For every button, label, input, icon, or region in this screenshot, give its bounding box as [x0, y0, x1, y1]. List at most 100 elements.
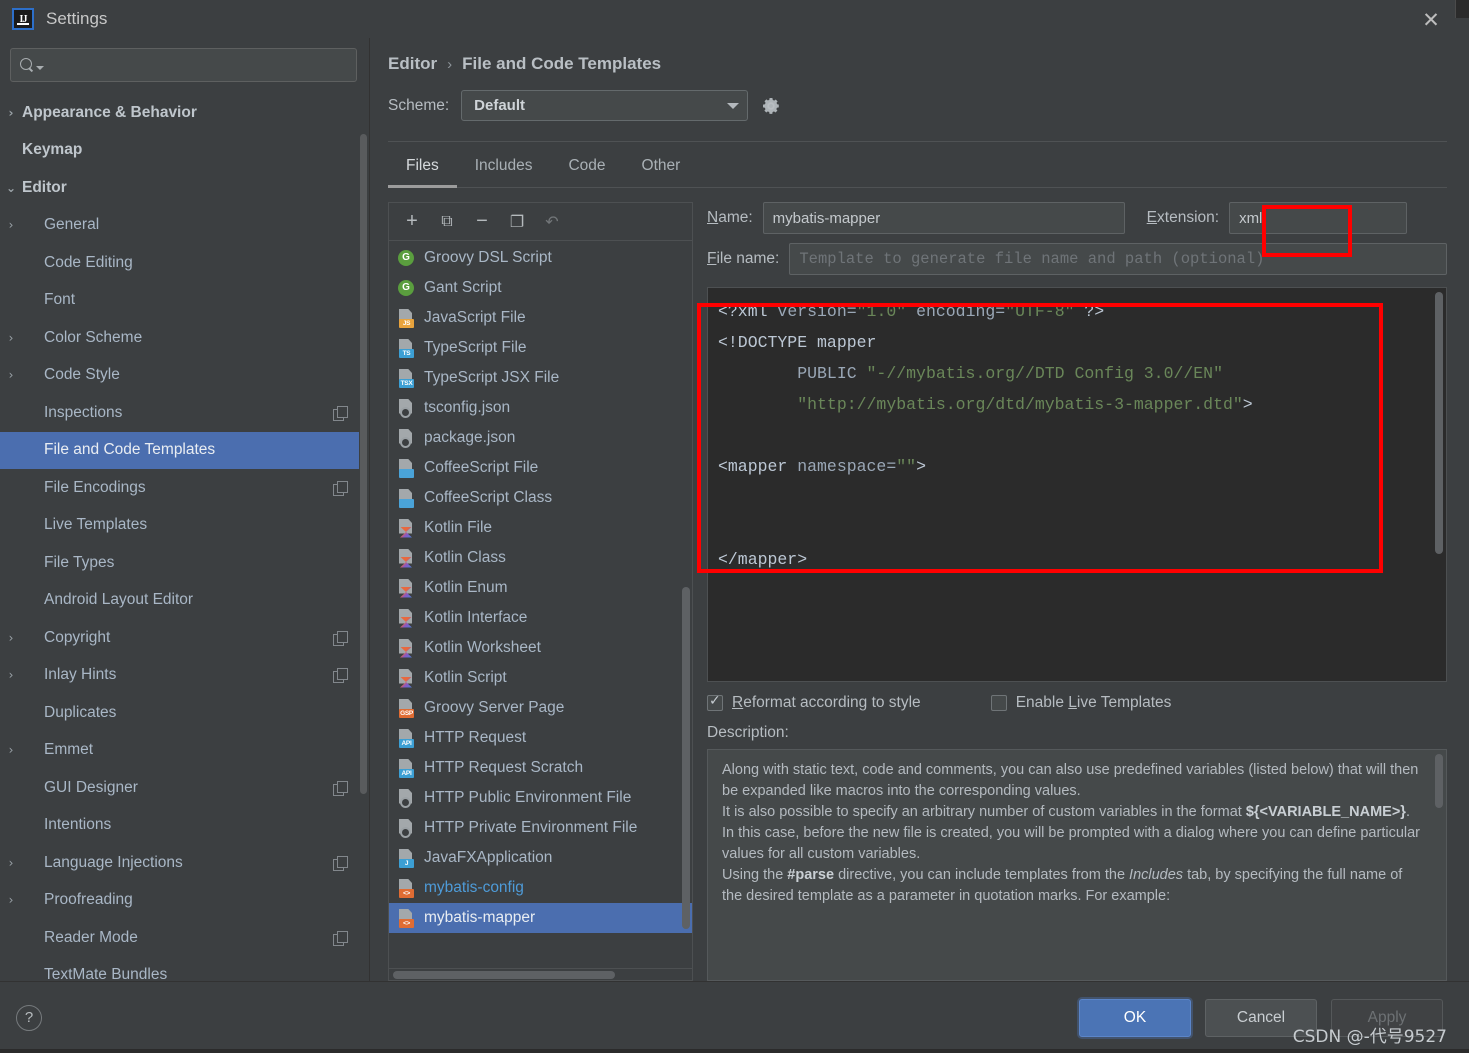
sidebar-item-font[interactable]: ›Font: [0, 282, 359, 320]
sidebar-item-live-templates[interactable]: ›Live Templates: [0, 507, 359, 545]
template-list-item[interactable]: API HTTP Request: [389, 723, 692, 753]
template-list-item[interactable]: <> mybatis-mapper: [389, 903, 692, 933]
sidebar-item-copyright[interactable]: › Copyright: [0, 619, 359, 657]
sidebar-item-code-editing[interactable]: ›Code Editing: [0, 244, 359, 282]
project-scope-icon: [333, 630, 348, 646]
template-list-item[interactable]: tsconfig.json: [389, 393, 692, 423]
description-box[interactable]: Along with static text, code and comment…: [707, 749, 1447, 981]
sidebar-item-file-encodings[interactable]: ›File Encodings: [0, 469, 359, 507]
chevron-right-icon[interactable]: ›: [0, 631, 22, 645]
create-template-from-file-button[interactable]: ⧉: [438, 213, 456, 231]
sidebar-item-intentions[interactable]: ›Intentions: [0, 807, 359, 845]
checkbox-box[interactable]: [707, 693, 723, 711]
scheme-dropdown[interactable]: Default: [461, 90, 749, 121]
sidebar-item-android-layout-editor[interactable]: ›Android Layout Editor: [0, 582, 359, 620]
sidebar-item-file-types[interactable]: ›File Types: [0, 544, 359, 582]
sidebar-item-inspections[interactable]: ›Inspections: [0, 394, 359, 432]
sidebar-item-duplicates[interactable]: ›Duplicates: [0, 694, 359, 732]
sidebar-item-reader-mode[interactable]: ›Reader Mode: [0, 919, 359, 957]
sidebar-scrollbar-thumb[interactable]: [360, 134, 367, 794]
sidebar-item-code-style[interactable]: › Code Style: [0, 357, 359, 395]
template-list-item[interactable]: package.json: [389, 423, 692, 453]
template-list-item[interactable]: G Gant Script: [389, 273, 692, 303]
chevron-right-icon[interactable]: ›: [0, 218, 22, 232]
chevron-right-icon[interactable]: ›: [0, 743, 22, 757]
chevron-right-icon[interactable]: ›: [0, 893, 22, 907]
template-list-item[interactable]: HTTP Private Environment File: [389, 813, 692, 843]
template-list-toolbar[interactable]: + ⧉ − ❐ ↶: [389, 203, 692, 241]
sidebar-item-editor[interactable]: ⌄ Editor: [0, 169, 359, 207]
template-list-item[interactable]: Kotlin Enum: [389, 573, 692, 603]
sidebar-item-color-scheme[interactable]: › Color Scheme: [0, 319, 359, 357]
checkbox-box[interactable]: [990, 695, 1007, 711]
copy-template-button[interactable]: ❐: [508, 213, 526, 231]
chevron-down-icon[interactable]: [36, 65, 44, 70]
tab-code[interactable]: Code: [550, 148, 623, 188]
template-list-item[interactable]: JS JavaScript File: [389, 303, 692, 333]
template-list-item[interactable]: Kotlin Class: [389, 543, 692, 573]
sidebar-item-file-and-code-templates[interactable]: ›File and Code Templates: [0, 431, 359, 469]
template-list-item[interactable]: Kotlin Worksheet: [389, 633, 692, 663]
sidebar-item-keymap[interactable]: ›Keymap: [0, 132, 359, 170]
template-list-item[interactable]: HTTP Public Environment File: [389, 783, 692, 813]
chevron-down-icon[interactable]: ⌄: [0, 181, 22, 195]
sidebar-item-proofreading[interactable]: › Proofreading: [0, 882, 359, 920]
checkbox-enable-live-templates[interactable]: Enable Live Templates: [990, 694, 1171, 712]
sidebar-item-general[interactable]: › General: [0, 207, 359, 245]
sidebar-item-label: Keymap: [22, 141, 83, 159]
tab-includes[interactable]: Includes: [457, 148, 551, 188]
cancel-button[interactable]: Cancel: [1205, 998, 1317, 1037]
template-name-input[interactable]: [762, 202, 1125, 234]
sidebar-item-appearance-behavior[interactable]: › Appearance & Behavior: [0, 94, 359, 132]
template-extension-input[interactable]: [1229, 202, 1408, 234]
template-list-item[interactable]: Kotlin Interface: [389, 603, 692, 633]
template-list-item[interactable]: API HTTP Request Scratch: [389, 753, 692, 783]
template-list-item[interactable]: TS TypeScript File: [389, 333, 692, 363]
template-list-item[interactable]: CoffeeScript Class: [389, 483, 692, 513]
tab-other[interactable]: Other: [624, 148, 699, 188]
sidebar-item-language-injections[interactable]: › Language Injections: [0, 844, 359, 882]
tabs-bar[interactable]: Files Includes Code Other: [388, 148, 1447, 188]
breadcrumb-parent[interactable]: Editor: [388, 54, 437, 74]
template-list-item[interactable]: CoffeeScript File: [389, 453, 692, 483]
ok-button[interactable]: OK: [1079, 998, 1191, 1037]
sidebar-item-inlay-hints[interactable]: › Inlay Hints: [0, 657, 359, 695]
file-list-hscrollbar[interactable]: [389, 968, 692, 980]
help-icon[interactable]: ?: [16, 1004, 42, 1031]
code-editor-scrollbar-thumb[interactable]: [1435, 292, 1443, 554]
template-list-item[interactable]: G Groovy DSL Script: [389, 243, 692, 273]
file-list-scrollbar-thumb[interactable]: [682, 587, 690, 929]
chevron-right-icon[interactable]: ›: [0, 668, 22, 682]
search-input[interactable]: [44, 57, 348, 73]
chevron-right-icon[interactable]: ›: [0, 331, 22, 345]
template-list-item[interactable]: Kotlin File: [389, 513, 692, 543]
remove-template-button[interactable]: −: [473, 210, 491, 232]
template-list-item[interactable]: <> mybatis-config: [389, 873, 692, 903]
tab-files[interactable]: Files: [388, 148, 457, 188]
template-filename-input[interactable]: [789, 243, 1447, 275]
settings-tree[interactable]: ›Appearance & Behavior›Keymap⌄Editor›Gen…: [0, 94, 369, 981]
template-list-item-label: CoffeeScript Class: [424, 489, 553, 506]
close-icon[interactable]: ✕: [1419, 8, 1443, 32]
code-editor-scrollbar[interactable]: [1434, 288, 1445, 681]
config-file-icon: [398, 399, 415, 418]
template-list-item[interactable]: TSX TypeScript JSX File: [389, 363, 692, 393]
chevron-right-icon[interactable]: ›: [0, 106, 22, 120]
gear-icon[interactable]: [760, 95, 782, 117]
file-list-hscrollbar-thumb[interactable]: [393, 971, 615, 979]
sidebar-item-label: Color Scheme: [44, 328, 143, 346]
sidebar-item-textmate-bundles[interactable]: ›TextMate Bundles: [0, 957, 359, 981]
sidebar-item-gui-designer[interactable]: ›GUI Designer: [0, 769, 359, 807]
sidebar-item-emmet[interactable]: › Emmet: [0, 732, 359, 770]
search-box[interactable]: [10, 48, 357, 82]
template-code-editor[interactable]: <?xml version="1.0" encoding="UTF-8" ?> <…: [707, 287, 1447, 682]
template-list-item[interactable]: Kotlin Script: [389, 663, 692, 693]
checkbox-reformat-according-to-style[interactable]: Reformat according to style: [707, 693, 921, 712]
template-file-list[interactable]: G Groovy DSL Script G Gant Script JS JavaScri…: [389, 241, 692, 968]
chevron-right-icon[interactable]: ›: [0, 856, 22, 870]
add-template-button[interactable]: +: [403, 210, 421, 232]
description-scrollbar-thumb[interactable]: [1435, 754, 1443, 808]
chevron-right-icon[interactable]: ›: [0, 368, 22, 382]
template-list-item[interactable]: GSP Groovy Server Page: [389, 693, 692, 723]
template-list-item[interactable]: J JavaFXApplication: [389, 843, 692, 873]
